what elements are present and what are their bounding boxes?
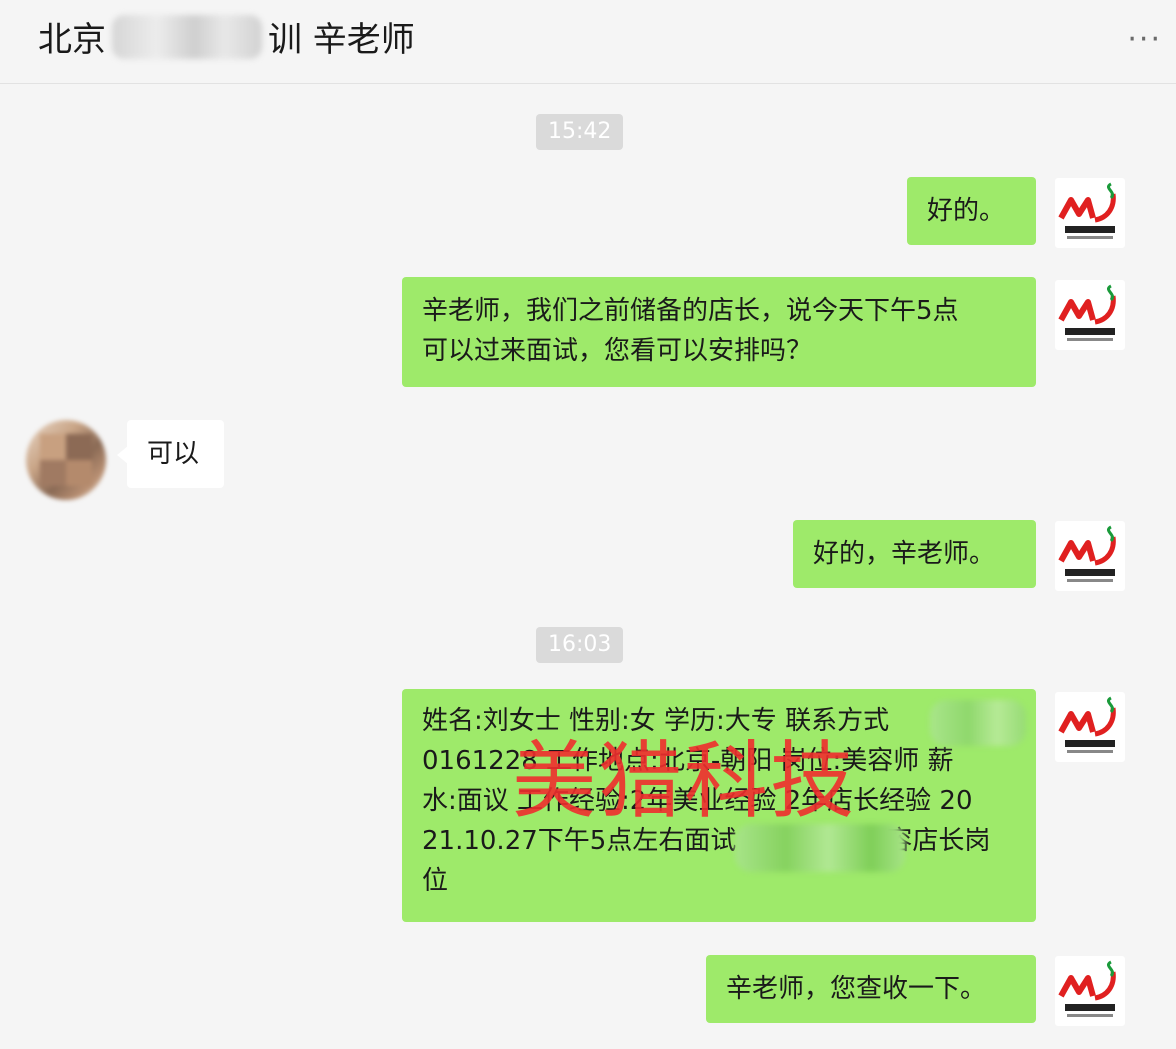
- message-bubble-incoming[interactable]: 可以: [127, 420, 224, 488]
- avatar-brand-logo[interactable]: [1055, 956, 1125, 1026]
- message-bubble-outgoing[interactable]: 辛老师，我们之前储备的店长，说今天下午5点 可以过来面试，您看可以安排吗？: [402, 277, 1036, 387]
- chat-title: 北京 训 辛老师: [38, 12, 415, 61]
- message-text: 好的，辛老师。: [813, 539, 996, 569]
- message-text-line: 姓名:刘女士 性别:女 学历:大专 联系方式: [422, 706, 890, 736]
- avatar-brand-logo[interactable]: [1055, 178, 1125, 248]
- brand-logo-icon: [1058, 182, 1116, 239]
- avatar-brand-logo[interactable]: [1055, 280, 1125, 350]
- message-bubble-outgoing[interactable]: 好的。: [907, 177, 1036, 245]
- redaction-blur: [930, 700, 1026, 746]
- message-bubble-outgoing[interactable]: 辛老师，您查收一下。: [706, 955, 1036, 1023]
- chat-title-prefix: 北京: [38, 20, 106, 60]
- more-options-icon[interactable]: ···: [1127, 22, 1162, 57]
- message-text-line: 可以过来面试，您看可以安排吗？: [422, 336, 813, 366]
- contact-avatar[interactable]: [26, 420, 106, 500]
- chat-title-suffix: 训 辛老师: [268, 20, 415, 60]
- timestamp: 15:42: [536, 114, 624, 150]
- brand-logo-icon: [1058, 960, 1116, 1017]
- redaction-blur: [735, 824, 905, 872]
- brand-logo-icon: [1058, 696, 1116, 753]
- message-text: 好的。: [927, 196, 1006, 226]
- message-bubble-outgoing[interactable]: 好的，辛老师。: [793, 520, 1036, 588]
- message-text: 可以: [147, 439, 200, 469]
- message-text-line: 21.10.27下午5点左右面试 容店长岗: [422, 821, 1016, 861]
- brand-logo-icon: [1058, 284, 1116, 341]
- message-text-line: 位: [422, 866, 449, 896]
- timestamp: 16:03: [536, 627, 624, 663]
- message-text-line: 水:面议 工作经验:2年美业经验 2年店长经验 20: [422, 786, 973, 816]
- chat-header: 北京 训 辛老师 ···: [0, 0, 1176, 84]
- message-text-line: 辛老师，我们之前储备的店长，说今天下午5点: [422, 296, 959, 326]
- message-text-line: 0161228 工作地点:北京-朝阳 岗位:美容师 薪: [422, 746, 954, 776]
- avatar-brand-logo[interactable]: [1055, 692, 1125, 762]
- redaction-blur: [112, 14, 262, 59]
- message-text: 辛老师，您查收一下。: [726, 974, 987, 1004]
- brand-logo-icon: [1058, 525, 1116, 582]
- avatar-brand-logo[interactable]: [1055, 521, 1125, 591]
- message-text: 21.10.27下午5点左右面试: [422, 826, 737, 856]
